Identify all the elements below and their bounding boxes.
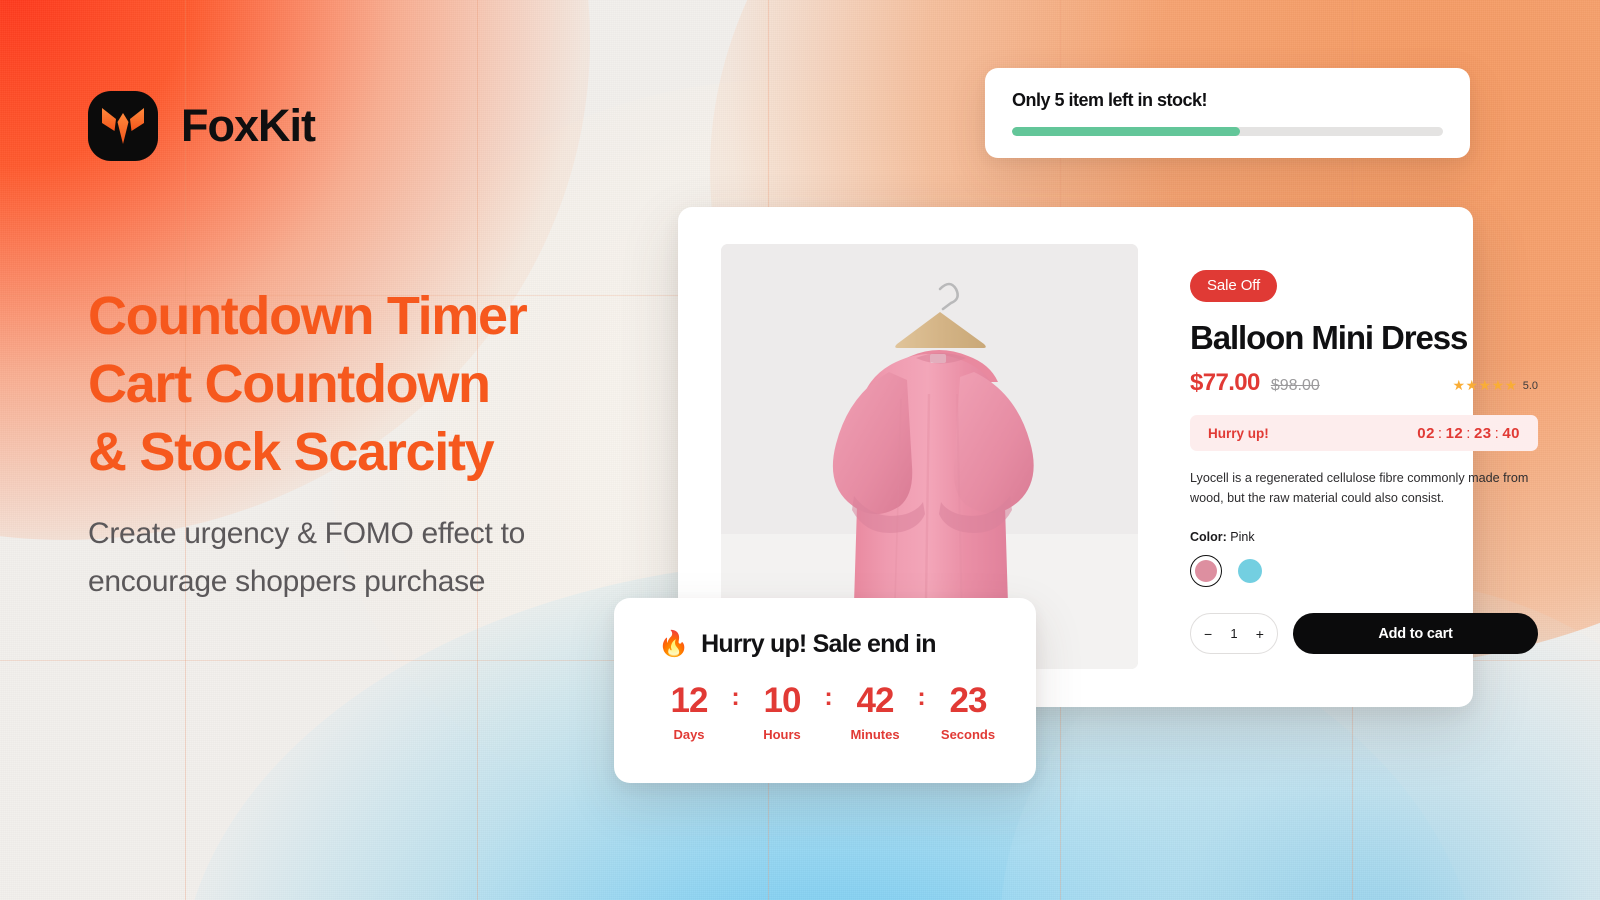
color-selected-value: Pink (1226, 530, 1255, 545)
swatch-fill-blue (1238, 559, 1262, 584)
fox-logo-icon (88, 91, 158, 161)
price-row: $77.00 $98.00 ★★★★★ 5.0 (1190, 369, 1538, 397)
current-price: $77.00 (1190, 369, 1260, 396)
product-details: Sale Off Balloon Mini Dress $77.00 $98.0… (1190, 270, 1538, 655)
countdown-unit-minutes: 42 Minutes (844, 683, 906, 742)
original-price: $98.00 (1270, 377, 1320, 394)
countdown-header: 🔥 Hurry up! Sale end in (658, 630, 1036, 659)
countdown-unit-seconds: 23 Seconds (937, 683, 999, 742)
color-swatch-list (1190, 555, 1538, 588)
hurry-up-label: Hurry up! (1208, 425, 1269, 441)
subtitle-line-2: encourage shoppers purchase (88, 565, 486, 598)
rating: ★★★★★ 5.0 (1452, 377, 1538, 394)
color-option-label: Color: Pink (1190, 530, 1538, 544)
quantity-increase-button[interactable]: + (1256, 626, 1264, 642)
stock-message: Only 5 item left in stock! (1012, 90, 1208, 110)
headline-line-1: Countdown Timer (88, 286, 528, 346)
status-badge: Sale Off (1190, 270, 1278, 302)
headline-line-3: & Stock Scarcity (88, 421, 495, 482)
product-title: Balloon Mini Dress (1190, 319, 1468, 356)
flame-icon: 🔥 (658, 630, 690, 658)
countdown-separator: : (1494, 424, 1500, 442)
cart-actions: − 1 + Add to cart (1190, 613, 1538, 655)
countdown-seconds-value: 23 (949, 681, 988, 720)
swatch-fill-pink (1195, 560, 1217, 583)
hurry-up-countdown: 02:12:23:40 (1417, 425, 1520, 442)
countdown-hours: 02 (1417, 424, 1435, 442)
stock-scarcity-card: Only 5 item left in stock! (985, 68, 1470, 158)
color-label-text: Color: (1190, 530, 1227, 545)
countdown-unit-days: 12 Days (658, 683, 720, 742)
brand-name: FoxKit (181, 100, 316, 151)
add-to-cart-button[interactable]: Add to cart (1293, 613, 1538, 655)
countdown-separator: : (917, 683, 926, 711)
countdown-hours-value: 10 (763, 681, 802, 720)
page-title: Countdown Timer Cart Countdown & Stock S… (88, 283, 738, 486)
product-description: Lyocell is a regenerated cellulose fibre… (1190, 471, 1529, 505)
countdown-separator: : (824, 683, 833, 711)
stock-progress-fill (1012, 127, 1241, 136)
countdown-separator: : (1437, 424, 1443, 442)
countdown-separator: : (1466, 424, 1471, 442)
countdown-ms: 40 (1502, 424, 1520, 442)
countdown-minutes-value: 42 (856, 681, 895, 720)
color-swatch-blue[interactable] (1234, 555, 1266, 587)
countdown-separator: : (731, 683, 740, 711)
color-swatch-pink[interactable] (1190, 555, 1222, 588)
headline-line-2: Cart Countdown (88, 353, 491, 414)
countdown-days-label: Days (673, 727, 705, 742)
page-subtitle: Create urgency & FOMO effect to encourag… (88, 510, 678, 606)
countdown-minutes-label: Minutes (850, 727, 900, 742)
countdown-days-value: 12 (670, 681, 709, 720)
subtitle-line-1: Create urgency & FOMO effect to (88, 517, 525, 550)
countdown-seconds-label: Seconds (940, 727, 996, 742)
brand-logo[interactable]: FoxKit (88, 91, 316, 161)
countdown-timer-card: 🔥 Hurry up! Sale end in 12 Days : 10 Hou… (614, 598, 1036, 783)
countdown-unit-hours: 10 Hours (751, 683, 813, 742)
countdown-units: 12 Days : 10 Hours : 42 Minutes : 23 Sec… (658, 683, 1036, 742)
countdown-title: Hurry up! Sale end in (701, 630, 936, 658)
countdown-hours-label: Hours (763, 727, 801, 742)
quantity-decrease-button[interactable]: − (1204, 626, 1212, 642)
countdown-minutes: 12 (1445, 424, 1464, 442)
star-rating-icon: ★★★★★ (1452, 377, 1518, 393)
quantity-value: 1 (1230, 626, 1238, 642)
rating-value: 5.0 (1522, 379, 1538, 392)
quantity-stepper[interactable]: − 1 + (1190, 613, 1278, 655)
stock-progress-track (1012, 127, 1443, 136)
countdown-seconds: 23 (1473, 424, 1492, 442)
hurry-up-timer-bar: Hurry up! 02:12:23:40 (1190, 415, 1538, 451)
